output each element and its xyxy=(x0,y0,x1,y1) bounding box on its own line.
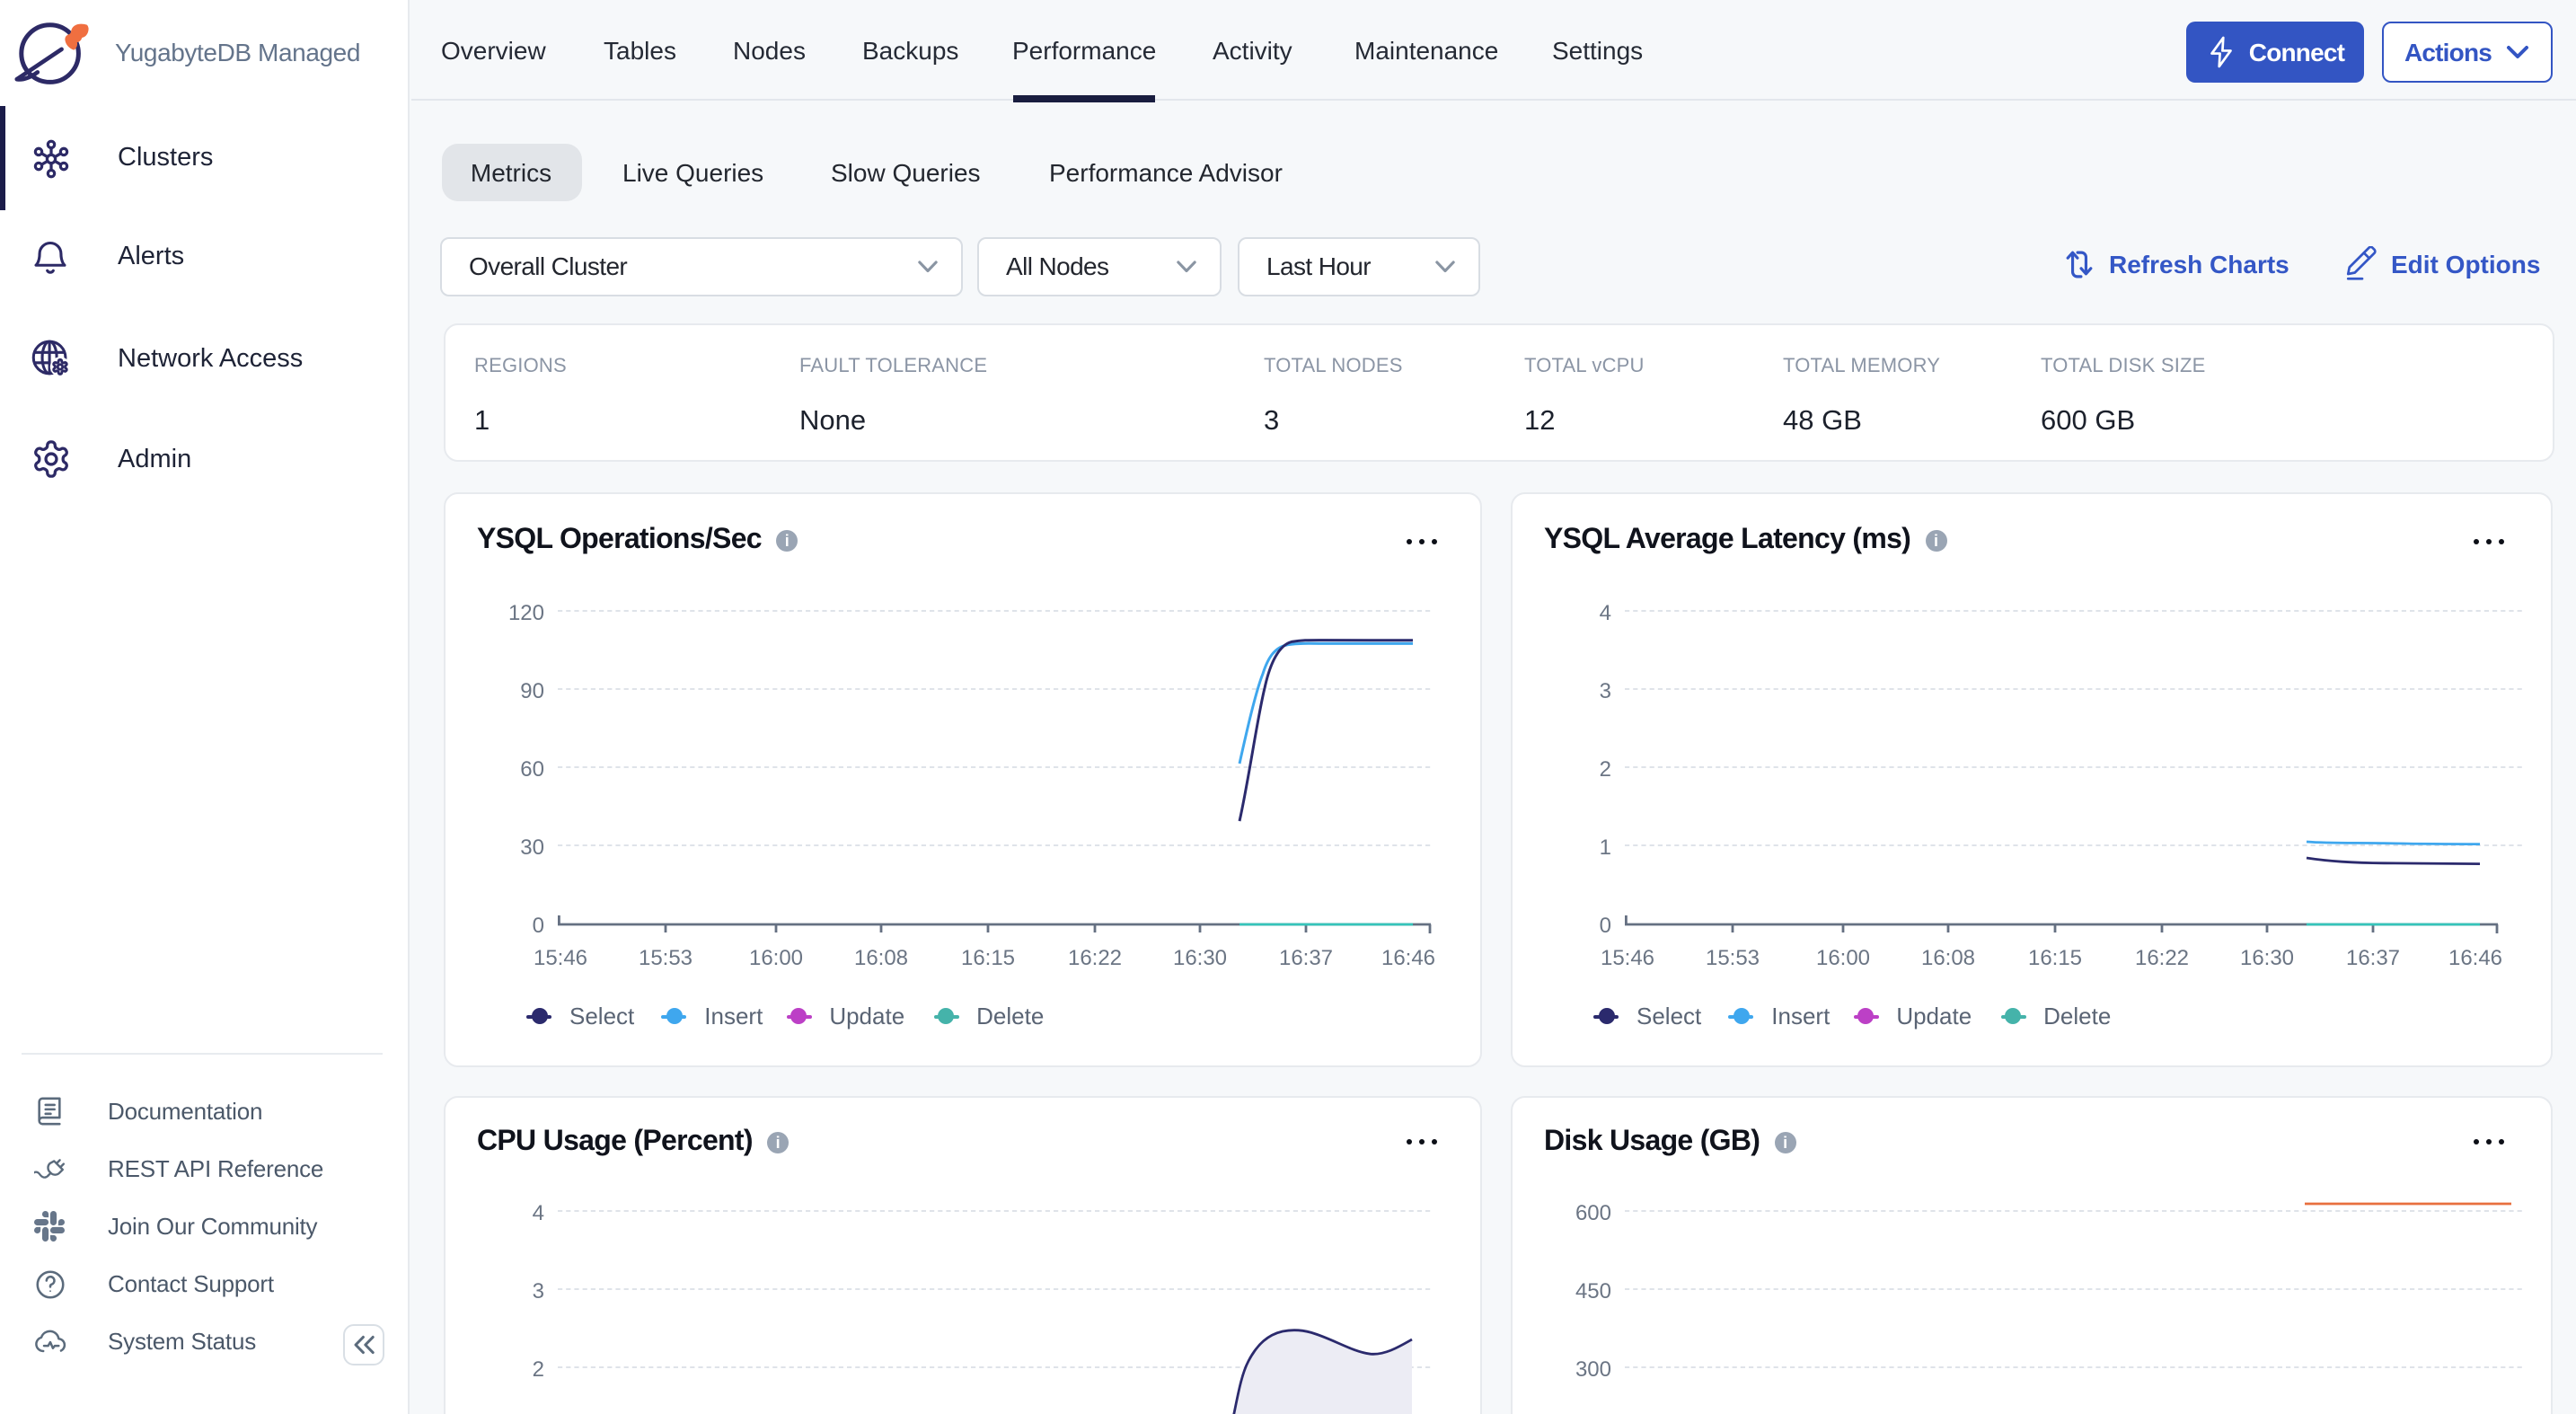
svg-text:16:37: 16:37 xyxy=(1279,945,1333,969)
svg-text:3: 3 xyxy=(1600,678,1611,703)
svg-text:15:46: 15:46 xyxy=(1601,945,1654,969)
svg-text:600: 600 xyxy=(1575,1200,1611,1224)
svg-text:16:37: 16:37 xyxy=(2346,945,2400,969)
svg-text:60: 60 xyxy=(520,756,544,781)
svg-text:0: 0 xyxy=(1600,913,1611,937)
svg-text:90: 90 xyxy=(520,678,544,703)
svg-text:16:08: 16:08 xyxy=(1921,945,1975,969)
svg-text:16:15: 16:15 xyxy=(2028,945,2082,969)
svg-text:16:30: 16:30 xyxy=(2240,945,2294,969)
svg-text:4: 4 xyxy=(533,1200,544,1224)
svg-text:15:53: 15:53 xyxy=(639,945,693,969)
svg-text:16:00: 16:00 xyxy=(749,945,803,969)
svg-text:16:46: 16:46 xyxy=(2448,945,2502,969)
svg-text:300: 300 xyxy=(1575,1357,1611,1381)
svg-text:15:53: 15:53 xyxy=(1706,945,1760,969)
svg-text:120: 120 xyxy=(508,600,544,624)
svg-text:16:22: 16:22 xyxy=(2135,945,2189,969)
svg-text:1: 1 xyxy=(1600,835,1611,859)
svg-text:16:15: 16:15 xyxy=(961,945,1015,969)
svg-text:0: 0 xyxy=(533,913,544,937)
svg-text:450: 450 xyxy=(1575,1278,1611,1303)
svg-text:2: 2 xyxy=(1600,756,1611,781)
svg-text:16:08: 16:08 xyxy=(854,945,908,969)
svg-text:4: 4 xyxy=(1600,600,1611,624)
svg-text:2: 2 xyxy=(533,1357,544,1381)
svg-text:16:46: 16:46 xyxy=(1381,945,1435,969)
svg-text:16:30: 16:30 xyxy=(1173,945,1227,969)
svg-text:30: 30 xyxy=(520,835,544,859)
svg-text:16:22: 16:22 xyxy=(1068,945,1122,969)
svg-text:16:00: 16:00 xyxy=(1816,945,1870,969)
svg-text:15:46: 15:46 xyxy=(534,945,587,969)
svg-text:3: 3 xyxy=(533,1278,544,1303)
